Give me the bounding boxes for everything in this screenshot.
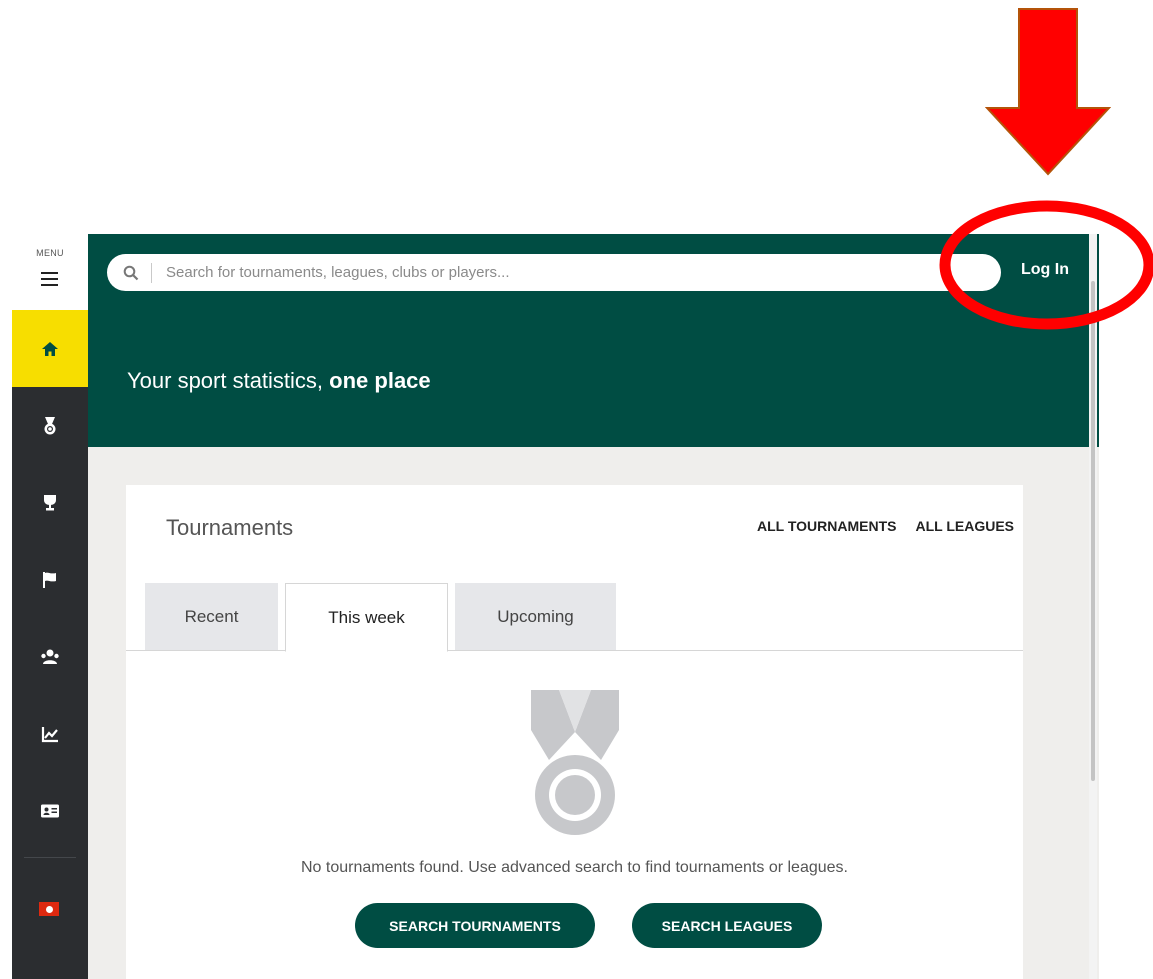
search-separator xyxy=(151,262,152,283)
card-links: ALL TOURNAMENTS ALL LEAGUES xyxy=(757,518,1014,534)
sidebar-item-statistics[interactable] xyxy=(12,695,88,772)
search-icon xyxy=(123,265,139,280)
tournaments-title: Tournaments xyxy=(166,515,294,540)
app-window: MENU Log In xyxy=(12,234,1099,979)
all-leagues-link[interactable]: ALL LEAGUES xyxy=(915,518,1014,534)
empty-medal-icon xyxy=(531,690,619,835)
menu-label: MENU xyxy=(36,248,64,258)
scrollbar-thumb[interactable] xyxy=(1091,281,1095,781)
search-leagues-button[interactable]: SEARCH LEAGUES xyxy=(632,903,822,948)
tagline: Your sport statistics, one place xyxy=(127,368,431,394)
players-icon xyxy=(41,649,59,664)
home-icon xyxy=(42,341,58,356)
search-tournaments-button[interactable]: SEARCH TOURNAMENTS xyxy=(355,903,595,948)
sidebar-item-trophies[interactable] xyxy=(12,464,88,541)
hamburger-icon xyxy=(41,272,58,290)
sidebar-item-home[interactable] xyxy=(12,310,88,387)
tagline-prefix: Your sport statistics, xyxy=(127,368,330,393)
annotation-arrow xyxy=(985,8,1111,176)
tab-recent[interactable]: Recent xyxy=(145,583,278,651)
annotation-circle xyxy=(939,200,1153,330)
tournament-tabs: Recent This week Upcoming xyxy=(145,583,623,652)
tagline-emphasis: one place xyxy=(329,368,431,393)
tab-this-week[interactable]: This week xyxy=(285,583,448,652)
search-bar[interactable] xyxy=(107,254,1001,291)
trophy-icon xyxy=(44,494,56,510)
sidebar: MENU xyxy=(12,234,88,979)
hong-kong-flag-icon[interactable] xyxy=(39,902,59,916)
tab-divider xyxy=(126,650,1023,651)
empty-message: No tournaments found. Use advanced searc… xyxy=(301,859,848,876)
medal-icon xyxy=(44,416,56,434)
sidebar-item-flags[interactable] xyxy=(12,541,88,618)
sidebar-item-profile[interactable] xyxy=(12,772,88,849)
search-input[interactable] xyxy=(164,263,1001,282)
sidebar-item-players[interactable] xyxy=(12,618,88,695)
sidebar-divider xyxy=(24,857,76,858)
id-card-icon xyxy=(41,804,59,817)
menu-button[interactable]: MENU xyxy=(12,234,88,310)
flag-icon xyxy=(43,571,56,588)
tournaments-card: Tournaments ALL TOURNAMENTS ALL LEAGUES … xyxy=(126,485,1023,979)
sidebar-item-medals[interactable] xyxy=(12,387,88,464)
all-tournaments-link[interactable]: ALL TOURNAMENTS xyxy=(757,518,896,534)
stats-chart-icon xyxy=(41,726,58,742)
tab-upcoming[interactable]: Upcoming xyxy=(455,583,616,651)
